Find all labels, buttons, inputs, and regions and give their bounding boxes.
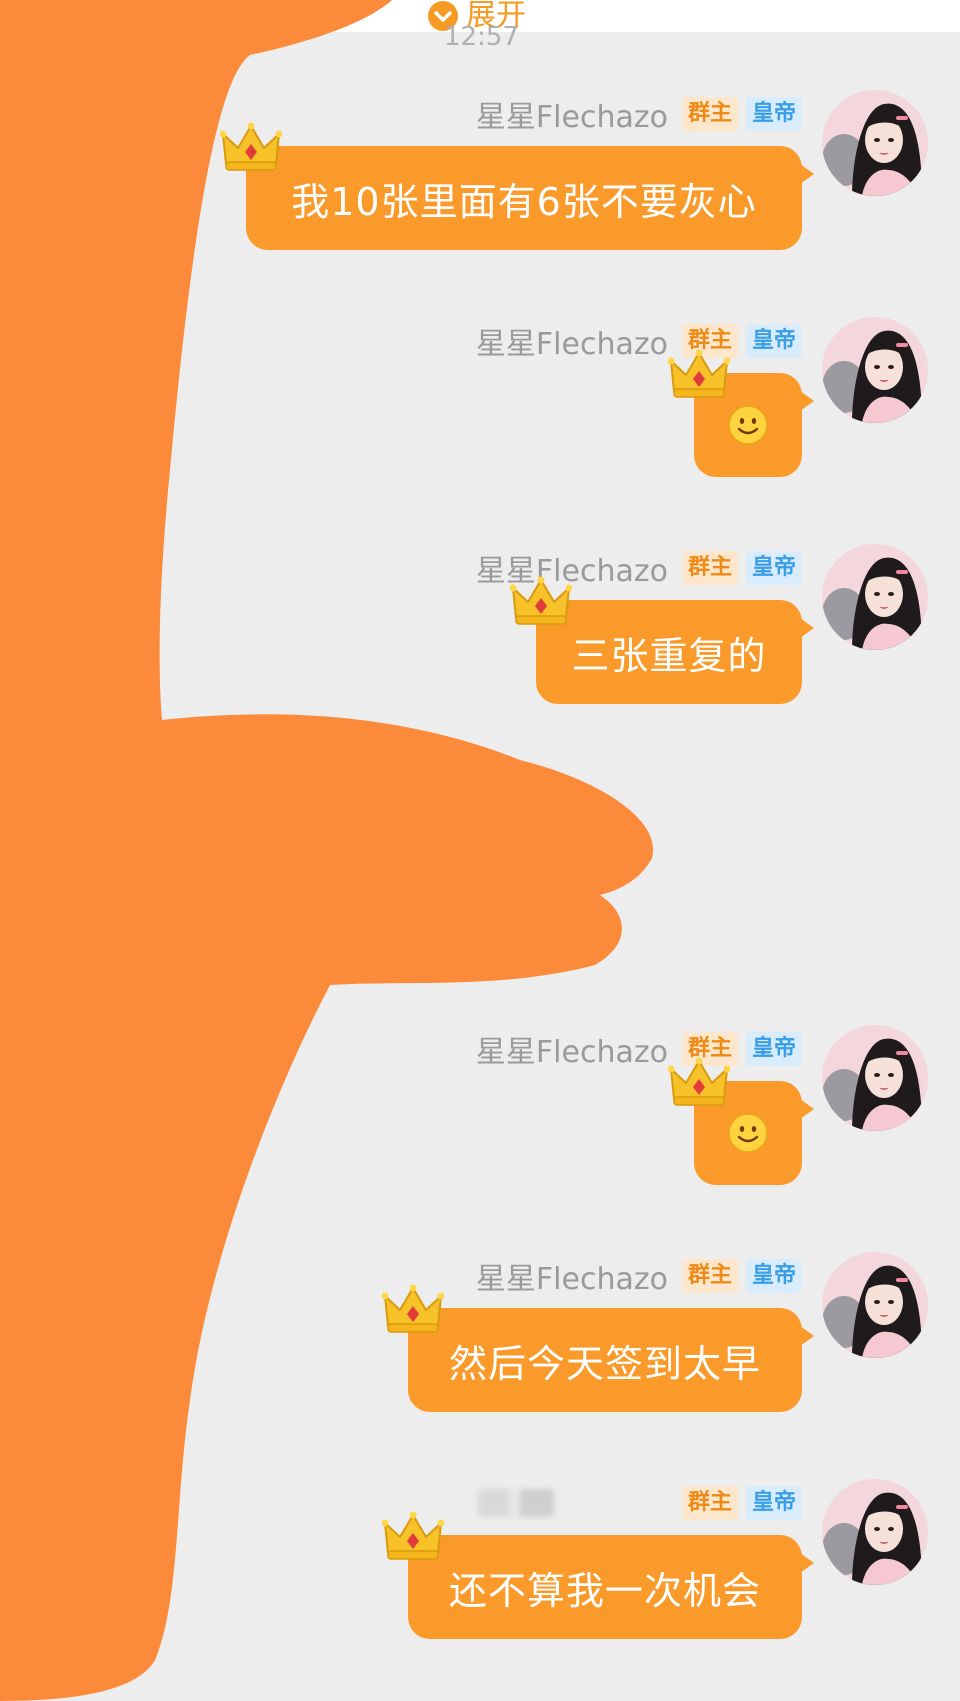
redaction-scribble [0, 0, 654, 1701]
